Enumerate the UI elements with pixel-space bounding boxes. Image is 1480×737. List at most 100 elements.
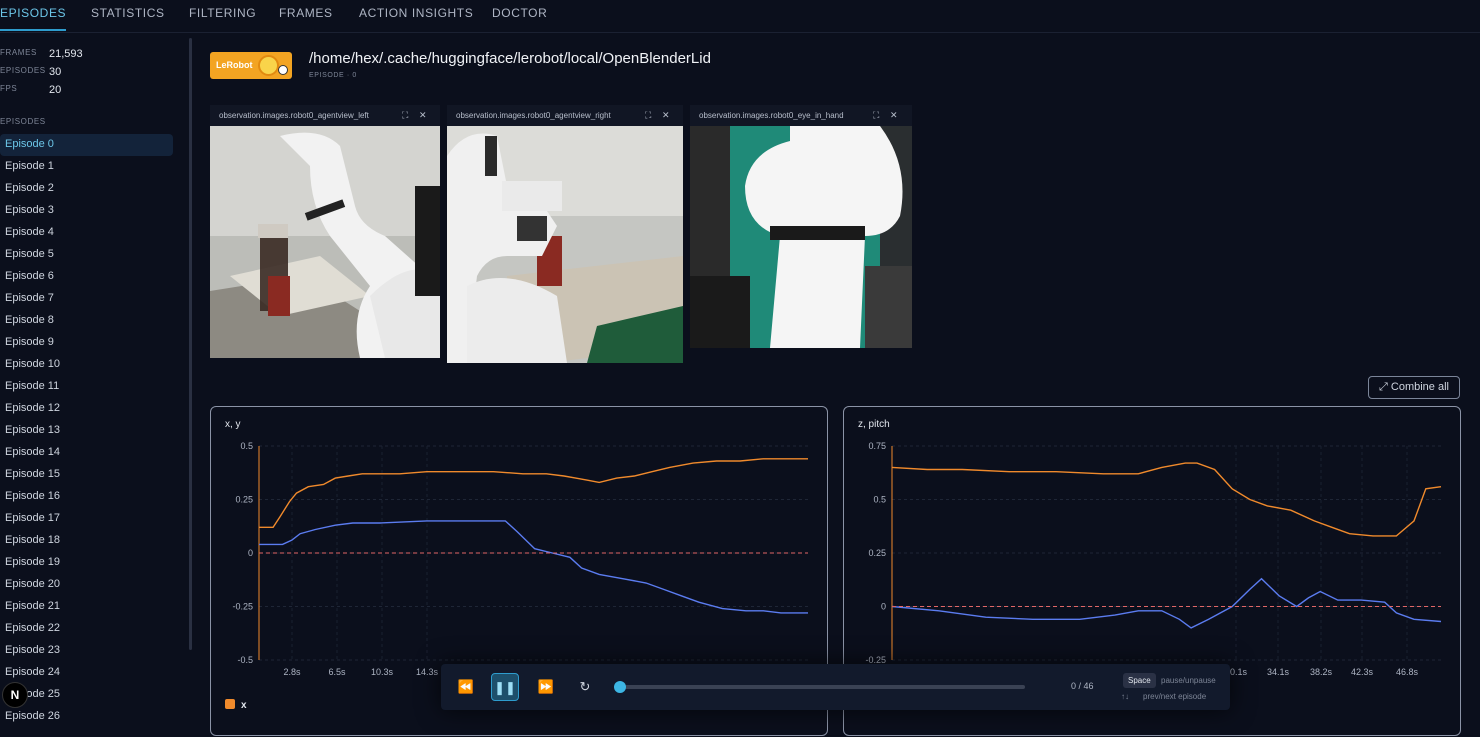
episode-item[interactable]: Episode 16 [0,486,173,508]
space-hint: pause/unpause [1161,676,1216,685]
fps-label: FPS [0,84,18,93]
legend-checkbox[interactable] [225,699,235,709]
frames-label: FRAMES [0,48,37,57]
episodes-count-value: 30 [49,66,62,78]
episode-item[interactable]: Episode 20 [0,574,173,596]
episode-item[interactable]: Episode 2 [0,178,173,200]
x-tick-label: 2.8s [283,667,301,677]
episode-item[interactable]: Episode 11 [0,376,173,398]
robot-arm-image [447,126,683,363]
video-frame[interactable] [690,126,912,348]
x-tick-label: 38.2s [1310,667,1333,677]
episode-item[interactable]: Episode 5 [0,244,173,266]
video-panel-header: observation.images.robot0_agentview_left… [210,105,440,126]
y-tick-label: 0.25 [235,495,253,505]
robot-arm-image [210,126,440,358]
episode-list: Episode 0 Episode 1 Episode 2 Episode 3 Epis… [0,134,173,728]
series-line-blue [259,520,808,614]
episode-item[interactable]: Episode 19 [0,552,173,574]
expand-icon[interactable]: ⛶ [402,105,408,126]
pause-button[interactable]: ❚❚ [491,673,519,701]
y-tick-label: -0.25 [232,602,253,612]
tab-frames[interactable]: FRAMES [279,0,333,31]
episode-item[interactable]: Episode 4 [0,222,173,244]
tab-statistics[interactable]: STATISTICS [91,0,165,31]
y-tick-label: 0 [248,548,253,558]
episode-item[interactable]: Episode 24 [0,662,173,684]
video-title: observation.images.robot0_agentview_righ… [456,111,611,120]
n-badge-icon[interactable]: N [2,682,28,708]
replay-button[interactable]: ↻ [571,673,599,701]
expand-icon[interactable]: ⛶ [645,105,651,126]
episode-item[interactable]: Episode 10 [0,354,173,376]
video-panel-header: observation.images.robot0_agentview_righ… [447,105,683,126]
episode-item[interactable]: Episode 14 [0,442,173,464]
space-key-badge: Space [1123,673,1156,688]
top-nav: EPISODES STATISTICS FILTERING FRAMES ACT… [0,0,1480,33]
episode-item[interactable]: Episode 18 [0,530,173,552]
rewind-button[interactable]: ⏪ [452,673,480,701]
sidebar: FRAMES 21,593 EPISODES 30 FPS 20 EPISODE… [0,33,188,722]
tab-doctor[interactable]: DOCTOR [492,0,547,31]
close-icon[interactable]: ✕ [890,105,898,126]
video-panel-header: observation.images.robot0_eye_in_hand ⛶ … [690,105,912,126]
arrows-hint: prev/next episode [1143,692,1207,701]
video-title: observation.images.robot0_agentview_left [219,111,369,120]
hugging-face-emoji-icon [258,55,279,76]
sidebar-scrollbar[interactable] [189,38,192,650]
video-frame[interactable] [210,126,440,358]
close-icon[interactable]: ✕ [662,105,670,126]
x-tick-label: 34.1s [1267,667,1290,677]
episode-item[interactable]: Episode 13 [0,420,173,442]
x-tick-label: 10.3s [371,667,394,677]
episode-item[interactable]: Episode 3 [0,200,173,222]
dataset-path-title: /home/hex/.cache/huggingface/lerobot/loc… [309,50,711,67]
episode-subtitle: EPISODE · 0 [309,72,357,79]
episodes-section-label: EPISODES [0,117,46,126]
combine-all-button[interactable]: ⤢ Combine all [1368,376,1460,399]
y-tick-label: 0.75 [868,441,886,451]
soccer-ball-icon [278,65,288,75]
episode-item[interactable]: Episode 23 [0,640,173,662]
expand-icon[interactable]: ⛶ [873,105,879,126]
series-line-orange [259,458,808,529]
x-tick-label: 14.3s [416,667,439,677]
episode-item[interactable]: Episode 1 [0,156,173,178]
series-line-blue [891,577,1442,629]
tab-filtering[interactable]: FILTERING [189,0,256,31]
expand-arrows-icon: ⤢ [1379,381,1388,393]
x-tick-label: 42.3s [1351,667,1374,677]
episode-item[interactable]: Episode 6 [0,266,173,288]
progress-track[interactable] [620,685,1025,689]
fast-forward-button[interactable]: ⏩ [532,673,560,701]
combine-all-label: Combine all [1390,381,1449,393]
tab-action-insights[interactable]: ACTION INSIGHTS [359,0,473,31]
logo-text: LeRobot [216,60,253,70]
episode-item[interactable]: Episode 22 [0,618,173,640]
frames-value: 21,593 [49,48,83,60]
episode-item[interactable]: Episode 7 [0,288,173,310]
episode-item[interactable]: Episode 0 [0,134,173,156]
series-line-orange [891,462,1442,537]
video-panel-agentview-left: observation.images.robot0_agentview_left… [210,105,440,358]
playback-bar: ⏪ ❚❚ ⏩ ↻ 0 / 46 Space pause/unpause ↑↓ p… [441,664,1230,710]
episode-item[interactable]: Episode 9 [0,332,173,354]
video-panel-agentview-right: observation.images.robot0_agentview_righ… [447,105,683,363]
video-title: observation.images.robot0_eye_in_hand [699,111,844,120]
progress-knob[interactable] [614,681,626,693]
legend-label: x [241,700,247,711]
episode-item[interactable]: Episode 15 [0,464,173,486]
tab-episodes[interactable]: EPISODES [0,0,67,31]
episode-item[interactable]: Episode 26 [0,706,173,728]
episode-item[interactable]: Episode 21 [0,596,173,618]
episode-item[interactable]: Episode 17 [0,508,173,530]
x-tick-label: 46.8s [1396,667,1419,677]
episodes-count-label: EPISODES [0,66,46,75]
lerobot-logo: LeRobot [210,52,292,79]
episode-item[interactable]: Episode 12 [0,398,173,420]
episode-item[interactable]: Episode 8 [0,310,173,332]
x-tick-label: 6.5s [328,667,346,677]
close-icon[interactable]: ✕ [419,105,427,126]
video-frame[interactable] [447,126,683,363]
robot-arm-image [690,126,912,348]
